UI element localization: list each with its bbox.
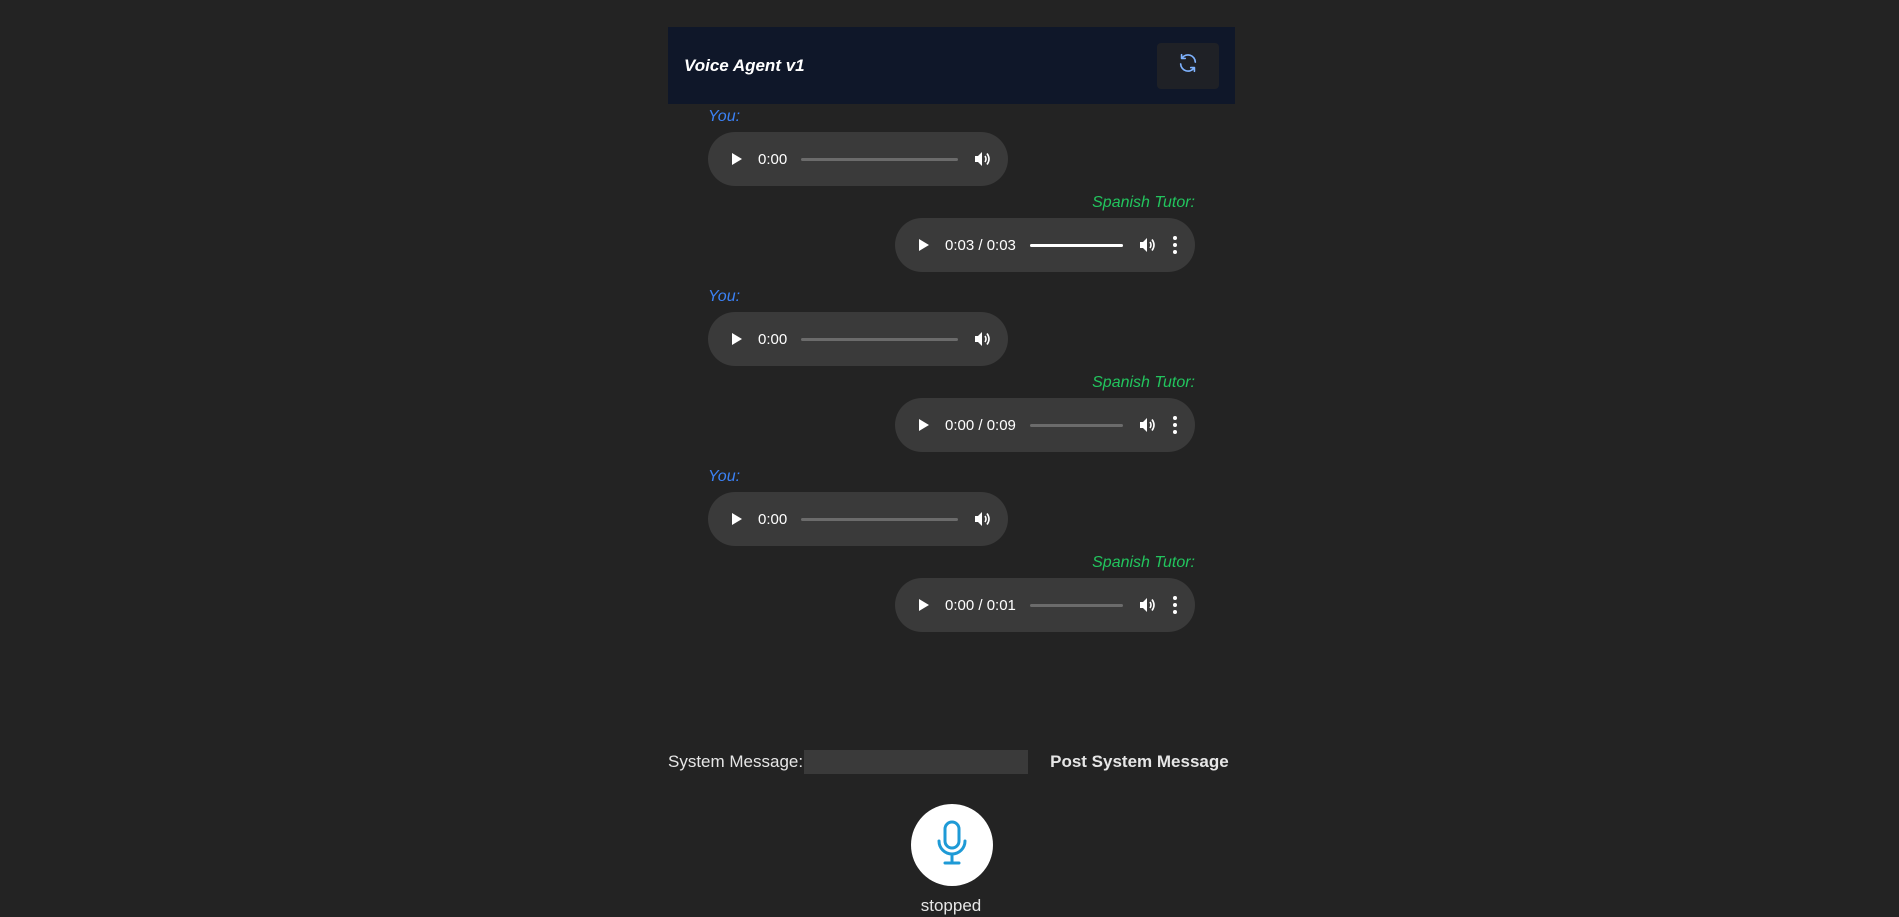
system-message-input[interactable] xyxy=(804,750,1029,774)
audio-time: 0:00 xyxy=(758,150,788,168)
audio-player: 0:00 xyxy=(708,492,1008,546)
audio-seek-bar[interactable] xyxy=(801,337,958,341)
audio-time: 0:00 xyxy=(758,510,788,528)
more-options-icon[interactable] xyxy=(1169,234,1181,256)
app-title: Voice Agent v1 xyxy=(684,55,805,75)
volume-icon[interactable] xyxy=(1137,234,1159,256)
refresh-button[interactable] xyxy=(1157,42,1219,89)
play-icon[interactable] xyxy=(726,148,748,170)
audio-time: 0:03 / 0:03 xyxy=(945,236,1016,254)
audio-seek-bar[interactable] xyxy=(801,517,958,521)
message-item: You: 0:00 xyxy=(708,104,1195,194)
play-icon[interactable] xyxy=(913,414,935,436)
play-icon[interactable] xyxy=(913,594,935,616)
message-item: You: 0:00 xyxy=(708,284,1195,374)
system-message-label: System Message: xyxy=(668,752,804,771)
message-list: You: 0:00 Spanish Tutor: 0:03 / 0:03 You: 0:0… xyxy=(668,104,1235,644)
message-item: Spanish Tutor: 0:00 / 0:01 xyxy=(708,554,1195,644)
audio-seek-bar[interactable] xyxy=(801,157,958,161)
audio-time: 0:00 xyxy=(758,330,788,348)
audio-time: 0:00 / 0:09 xyxy=(945,416,1016,434)
audio-seek-bar[interactable] xyxy=(1029,603,1123,607)
audio-seek-bar[interactable] xyxy=(1029,423,1123,427)
volume-icon[interactable] xyxy=(972,148,994,170)
more-options-icon[interactable] xyxy=(1169,594,1181,616)
audio-player: 0:00 / 0:01 xyxy=(895,578,1195,632)
tutor-speaker-label: Spanish Tutor: xyxy=(1092,194,1195,211)
message-item: Spanish Tutor: 0:00 / 0:09 xyxy=(708,374,1195,464)
audio-player: 0:00 / 0:09 xyxy=(895,398,1195,452)
audio-time: 0:00 / 0:01 xyxy=(945,596,1016,614)
microphone-button[interactable] xyxy=(911,804,993,886)
tutor-speaker-label: Spanish Tutor: xyxy=(1092,554,1195,571)
mic-status: stopped xyxy=(920,896,982,915)
voice-agent-app: Voice Agent v1 You: 0:00 Spanish Tutor: 0:0… xyxy=(668,27,1235,644)
play-icon[interactable] xyxy=(726,328,748,350)
user-speaker-label: You: xyxy=(708,468,741,485)
app-header: Voice Agent v1 xyxy=(668,27,1235,104)
volume-icon[interactable] xyxy=(1137,414,1159,436)
audio-seek-bar[interactable] xyxy=(1029,243,1123,247)
audio-player: 0:03 / 0:03 xyxy=(895,218,1195,272)
system-message-row: System Message: Post System Message xyxy=(668,750,1235,774)
audio-player: 0:00 xyxy=(708,132,1008,186)
audio-player: 0:00 xyxy=(708,312,1008,366)
volume-icon[interactable] xyxy=(972,508,994,530)
volume-icon[interactable] xyxy=(1137,594,1159,616)
refresh-icon xyxy=(1177,52,1199,79)
play-icon[interactable] xyxy=(913,234,935,256)
microphone-icon xyxy=(932,819,972,872)
tutor-speaker-label: Spanish Tutor: xyxy=(1092,374,1195,391)
user-speaker-label: You: xyxy=(708,108,741,125)
message-item: You: 0:00 xyxy=(708,464,1195,554)
more-options-icon[interactable] xyxy=(1169,414,1181,436)
post-system-message-button[interactable]: Post System Message xyxy=(1050,752,1229,772)
volume-icon[interactable] xyxy=(972,328,994,350)
play-icon[interactable] xyxy=(726,508,748,530)
audio-progress-fill xyxy=(1029,243,1123,247)
message-item: Spanish Tutor: 0:03 / 0:03 xyxy=(708,194,1195,284)
user-speaker-label: You: xyxy=(708,288,741,305)
